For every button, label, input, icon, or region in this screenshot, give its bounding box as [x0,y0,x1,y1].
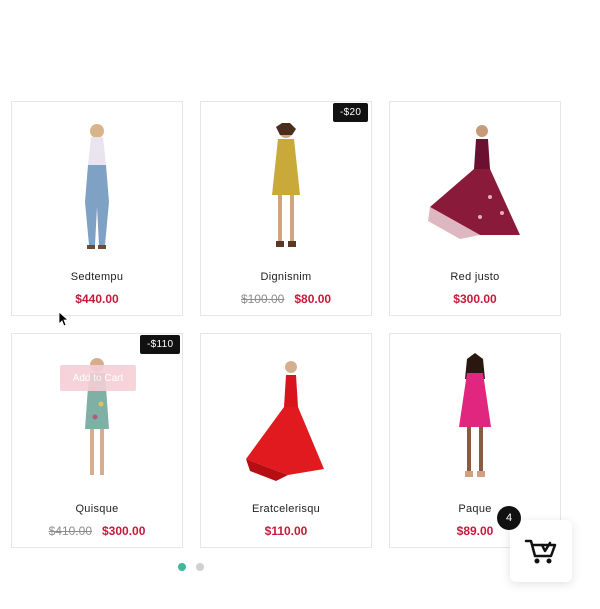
discount-badge: -$20 [333,103,369,122]
carousel-dot-1[interactable] [178,563,186,571]
current-price: $300.00 [453,292,497,306]
floating-cart-button[interactable] [510,520,572,582]
discount-badge: -$110 [140,335,181,354]
old-price: $410.00 [48,524,92,538]
product-name[interactable]: Quisque [12,503,182,515]
product-card[interactable]: Sedtempu $440.00 [11,101,183,316]
product-name[interactable]: Dignisnim [201,271,371,283]
product-price: $300.00 [390,292,560,306]
carousel-pagination [178,563,204,571]
product-image[interactable] [201,112,371,262]
product-price: $110.00 [201,524,371,538]
product-card[interactable]: Add to Cart Quisque $410.00 $300.00 [11,333,183,548]
old-price: $100.00 [240,292,285,306]
product-name[interactable]: Eratcelerisqu [201,503,371,515]
add-to-cart-button[interactable]: Add to Cart [60,365,136,391]
product-image[interactable] [390,112,560,262]
product-card[interactable]: Eratcelerisqu $110.00 [200,333,372,548]
carousel-dot-2[interactable] [196,563,204,571]
product-card[interactable]: Dignisnim $100.00 $80.00 [200,101,372,316]
current-price: $440.00 [75,292,119,306]
product-name[interactable]: Sedtempu [12,271,182,283]
shopping-cart-icon [524,539,557,564]
product-price: $100.00 $80.00 [201,292,371,306]
product-name[interactable]: Paque [390,503,560,515]
cart-count-badge: 4 [497,506,521,530]
current-price: $300.00 [102,524,146,538]
product-card[interactable]: Red justo $300.00 [389,101,561,316]
product-image[interactable] [390,344,560,494]
product-card[interactable]: Paque $89.00 [389,333,561,548]
current-price: $110.00 [264,524,308,538]
product-image[interactable] [201,344,371,494]
current-price: $80.00 [294,292,332,306]
product-price: $410.00 $300.00 [12,524,182,538]
current-price: $89.00 [456,524,494,538]
product-image[interactable] [12,112,182,262]
product-price: $440.00 [12,292,182,306]
mouse-cursor-icon [59,312,69,326]
product-name[interactable]: Red justo [390,271,560,283]
